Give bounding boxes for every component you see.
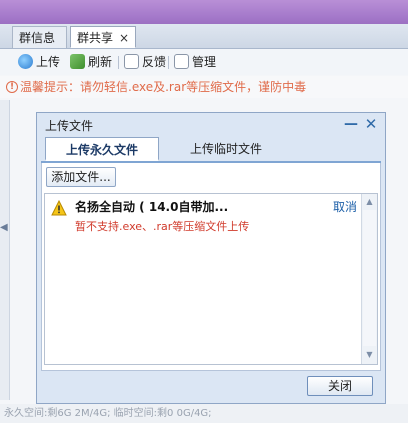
tab-upload-permanent[interactable]: 上传永久文件 <box>45 137 159 161</box>
dialog-title: 上传文件 <box>45 119 94 133</box>
refresh-button[interactable]: 刷新 <box>70 53 112 71</box>
add-file-button[interactable]: 添加文件... <box>46 167 116 187</box>
list-item: 名扬全自动 ( 14.0自带加... 取消 暂不支持.exe、.rar等压缩文件… <box>45 194 361 240</box>
manage-label: 管理 <box>192 55 217 69</box>
upload-label: 上传 <box>36 55 61 69</box>
collapse-arrow-icon[interactable]: ◀ <box>0 222 8 238</box>
cancel-link[interactable]: 取消 <box>333 198 357 215</box>
scroll-track[interactable] <box>363 210 376 346</box>
upload-dialog: 上传文件 — ✕ 上传永久文件 上传临时文件 添加文件... 名扬全自动 ( 1… <box>36 112 386 404</box>
refresh-label: 刷新 <box>88 55 113 69</box>
warning-text: 温馨提示：请勿轻信.exe及.rar等压缩文件，谨防中毒 <box>20 80 307 94</box>
feedback-icon <box>124 54 139 69</box>
toolbar: 上传 刷新 反馈 管理 <box>0 49 408 75</box>
dialog-body: 添加文件... 名扬全自动 ( 14.0自带加... 取消 暂不支持.exe、.… <box>41 163 381 371</box>
tab-group-info[interactable]: 群信息 <box>12 26 67 48</box>
toolbar-divider <box>168 56 169 69</box>
warning-icon: ! <box>6 81 18 93</box>
close-icon[interactable]: ✕ <box>363 113 379 135</box>
feedback-label: 反馈 <box>142 55 167 69</box>
close-button[interactable]: 关闭 <box>307 376 373 396</box>
upload-icon <box>18 54 33 69</box>
dialog-tabs: 上传永久文件 上传临时文件 <box>41 137 381 163</box>
scroll-up-icon[interactable]: ▲ <box>363 195 376 209</box>
toolbar-divider <box>118 56 119 69</box>
scroll-down-icon[interactable]: ▼ <box>363 348 376 362</box>
tab-group-share[interactable]: 群共享 × <box>70 26 136 48</box>
window-top-strip <box>0 0 408 24</box>
file-name: 名扬全自动 ( 14.0自带加... <box>75 200 229 214</box>
storage-status-text: 永久空间:剩6G 2M/4G; 临时空间:剩0 0G/4G; <box>4 408 212 419</box>
tab-close-icon[interactable]: × <box>119 27 129 49</box>
tab-upload-temporary[interactable]: 上传临时文件 <box>171 137 281 161</box>
file-list: 名扬全自动 ( 14.0自带加... 取消 暂不支持.exe、.rar等压缩文件… <box>44 193 378 365</box>
storage-status-bar: 永久空间:剩6G 2M/4G; 临时空间:剩0 0G/4G; <box>0 404 408 423</box>
file-error-message: 暂不支持.exe、.rar等压缩文件上传 <box>75 220 250 233</box>
scrollbar[interactable]: ▲ ▼ <box>361 194 377 364</box>
tab-group-share-label: 群共享 <box>77 31 114 45</box>
tab-bar: 群信息 群共享 × <box>0 24 408 49</box>
upload-button[interactable]: 上传 <box>18 53 60 71</box>
minimize-icon[interactable]: — <box>343 113 359 135</box>
refresh-icon <box>70 54 85 69</box>
warning-banner: ! 温馨提示：请勿轻信.exe及.rar等压缩文件，谨防中毒 <box>0 76 408 98</box>
side-panel-edge <box>0 100 10 400</box>
feedback-button[interactable]: 反馈 <box>124 53 166 71</box>
manage-icon <box>174 54 189 69</box>
tab-group-info-label: 群信息 <box>19 31 56 45</box>
warning-triangle-icon <box>51 200 67 216</box>
manage-button[interactable]: 管理 <box>174 53 216 71</box>
